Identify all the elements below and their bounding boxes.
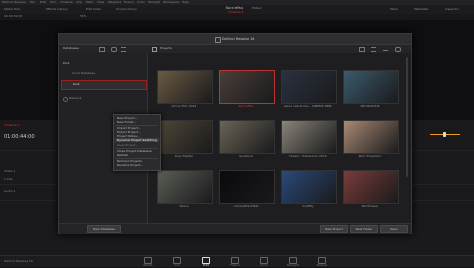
dialog-title: DaVinci Resolve 16 bbox=[222, 37, 255, 41]
open-button[interactable]: Open bbox=[380, 225, 408, 233]
volume-slider-handle[interactable] bbox=[443, 132, 446, 137]
inspector-button[interactable]: Inspector bbox=[445, 7, 459, 12]
database-icon[interactable] bbox=[99, 47, 105, 52]
metadata-button[interactable]: Metadata bbox=[414, 7, 428, 12]
projects-scrollbar[interactable] bbox=[406, 57, 408, 177]
project-thumbnail[interactable] bbox=[343, 170, 399, 204]
track-label-video: Video 1 bbox=[4, 169, 16, 173]
project-thumbnail[interactable] bbox=[219, 120, 275, 154]
project-thumbnail[interactable] bbox=[281, 70, 337, 104]
menu-app[interactable]: DaVinci Resolve bbox=[2, 0, 26, 5]
project-manager-dialog: DaVinci Resolve 16 Databases Projects Di… bbox=[58, 33, 412, 234]
db-group-label: Disk bbox=[63, 61, 70, 65]
project-thumbnail[interactable] bbox=[281, 120, 337, 154]
sound-library-button[interactable]: Sound Library bbox=[116, 7, 137, 12]
projects-grid: Drone Film 2019 Kurz elfhu elena cabral … bbox=[148, 53, 411, 223]
project-name: Drone Film 2019 bbox=[171, 104, 197, 108]
project-name: cameraTrackTest bbox=[233, 204, 259, 208]
page-bar: DaVinci Resolve 16 Media Cut Edit Fusion… bbox=[0, 255, 474, 267]
grid-view-icon[interactable] bbox=[359, 47, 365, 52]
menu-fusion[interactable]: Fusion bbox=[124, 0, 134, 5]
databases-label: Databases bbox=[63, 46, 79, 50]
project-name: Dream - Pressroom 2019 bbox=[289, 154, 327, 158]
project-thumbnail[interactable] bbox=[219, 170, 275, 204]
project-name: elena cabral fue... CINEMA REEL bbox=[283, 104, 333, 108]
timeline-timecode: 01:00:44:00 bbox=[4, 134, 35, 140]
menu-color[interactable]: Color bbox=[137, 0, 145, 5]
new-database-button[interactable]: New Database bbox=[87, 225, 121, 233]
menu-playback[interactable]: Playback bbox=[108, 0, 121, 5]
dialog-footer: New Database New Project New Folder Open bbox=[59, 223, 411, 234]
edit-index-button[interactable]: Edit Index bbox=[86, 7, 101, 12]
app-footer-label: DaVinci Resolve 16 bbox=[4, 258, 33, 263]
database-item-local[interactable]: Local Database bbox=[61, 70, 145, 77]
project-thumbnail[interactable] bbox=[343, 120, 399, 154]
menu-timeline[interactable]: Timeline bbox=[60, 0, 73, 5]
project-name: Wolve bbox=[179, 204, 189, 208]
project-thumbnail[interactable] bbox=[157, 120, 213, 154]
menu-item-rename-project[interactable]: Rename Project... bbox=[117, 163, 143, 167]
new-project-button[interactable]: New Project bbox=[320, 225, 348, 233]
context-menu: New Project... New Folder... Import Proj… bbox=[113, 114, 161, 171]
projects-label: Projects bbox=[160, 46, 172, 50]
menu-help[interactable]: Help bbox=[182, 0, 189, 5]
project-thumbnail[interactable] bbox=[281, 170, 337, 204]
list-view-icon[interactable] bbox=[371, 47, 376, 52]
media-pool-button[interactable]: Media Pool bbox=[4, 7, 20, 12]
project-thumbnail[interactable] bbox=[157, 70, 213, 104]
zoom-level[interactable]: 55% bbox=[80, 14, 87, 19]
menu-item-save-project[interactable]: Save Project... bbox=[117, 143, 138, 147]
database-item-label: Local Database bbox=[72, 70, 96, 75]
sort-icon[interactable] bbox=[383, 47, 388, 51]
menu-item-dynamic-project-switching[interactable]: Dynamic Project Switching bbox=[117, 138, 157, 142]
menu-clip[interactable]: Clip bbox=[76, 0, 82, 5]
search-icon[interactable] bbox=[111, 47, 117, 52]
project-thumbnail[interactable] bbox=[157, 170, 213, 204]
project-name: Sunshine bbox=[239, 154, 253, 158]
menu-trim[interactable]: Trim bbox=[50, 0, 56, 5]
menu-edit[interactable]: Edit bbox=[40, 0, 46, 5]
dialog-title-bar: DaVinci Resolve 16 bbox=[59, 34, 411, 45]
resolve-logo-icon bbox=[215, 37, 221, 43]
project-name: Dojo Fighter bbox=[174, 154, 194, 158]
project-name: Rohr Projektion bbox=[358, 154, 382, 158]
project-name: Wirthmaier bbox=[361, 204, 379, 208]
menu-item-new-folder[interactable]: New Folder... bbox=[117, 120, 136, 124]
menu-fairlight[interactable]: Fairlight bbox=[148, 0, 160, 5]
clip-count: 1 Clip bbox=[4, 177, 13, 181]
project-name: Kurz elfhu bbox=[238, 104, 254, 108]
menu-item-refresh[interactable]: Refresh bbox=[117, 153, 128, 157]
menu-mark[interactable]: Mark bbox=[86, 0, 93, 5]
project-name: Graffity bbox=[302, 204, 314, 208]
project-thumbnail-selected[interactable] bbox=[219, 70, 275, 104]
timeline-name[interactable]: Timeline 1 bbox=[4, 123, 20, 128]
source-timecode: 00:00:32:15 bbox=[4, 14, 23, 18]
sidebar-toggle-icon[interactable] bbox=[152, 47, 157, 52]
project-name: MM MASHUP bbox=[360, 104, 380, 108]
menu-file[interactable]: File bbox=[30, 0, 35, 5]
menu-workspace[interactable]: Workspace bbox=[163, 0, 179, 5]
effects-library-button[interactable]: Effects Library bbox=[46, 7, 68, 12]
list-view-icon[interactable] bbox=[121, 47, 126, 52]
database-item-label: Kurz bbox=[73, 82, 80, 86]
network-icon bbox=[63, 97, 68, 102]
network-label: Network bbox=[69, 96, 82, 100]
new-folder-button[interactable]: New Folder bbox=[350, 225, 378, 233]
project-thumbnail[interactable] bbox=[343, 70, 399, 104]
track-label-audio: Audio 1 bbox=[4, 189, 16, 193]
database-item-kurz[interactable]: Kurz bbox=[61, 80, 147, 90]
search-icon[interactable] bbox=[395, 47, 401, 52]
edited-label: Edited bbox=[252, 5, 262, 10]
menu-view[interactable]: View bbox=[97, 0, 104, 5]
mixer-button[interactable]: Mixer bbox=[390, 7, 398, 12]
